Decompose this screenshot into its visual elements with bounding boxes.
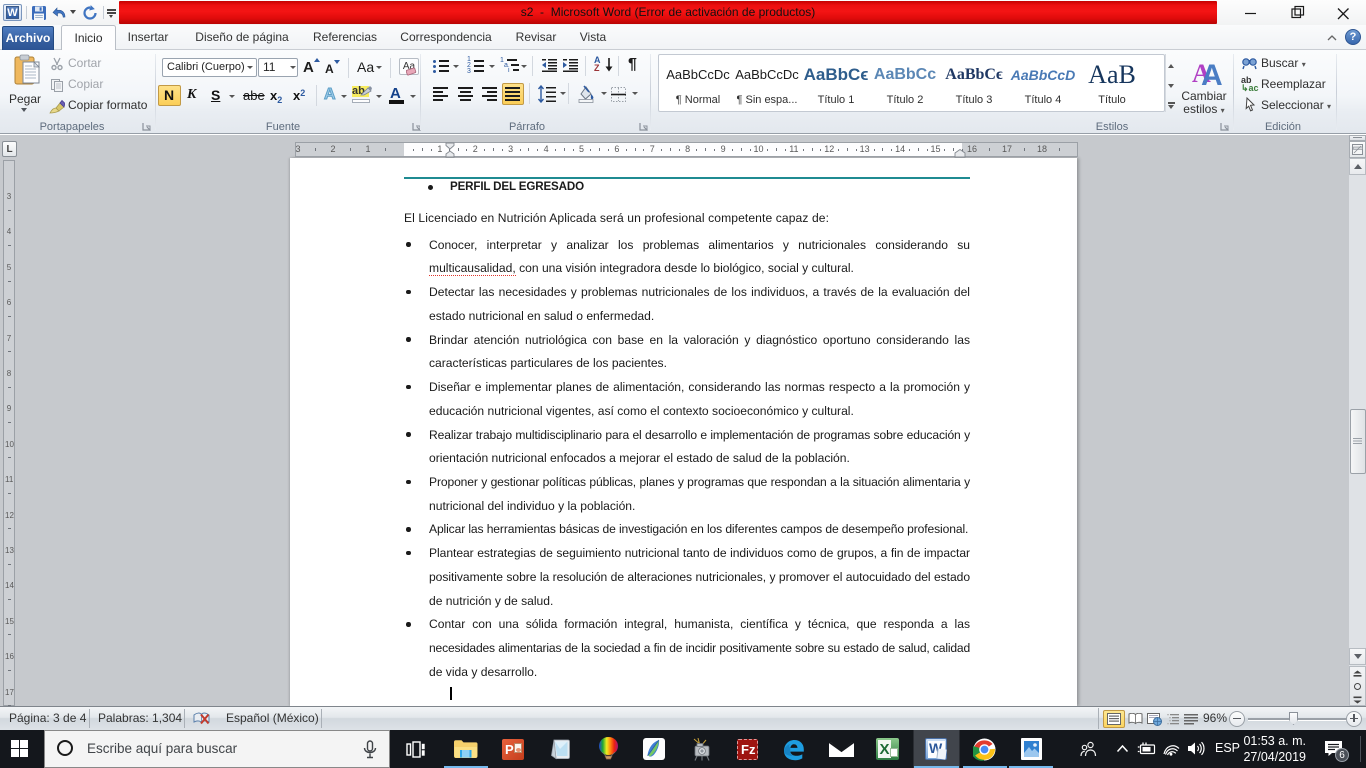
svg-text:A: A bbox=[1201, 59, 1223, 86]
